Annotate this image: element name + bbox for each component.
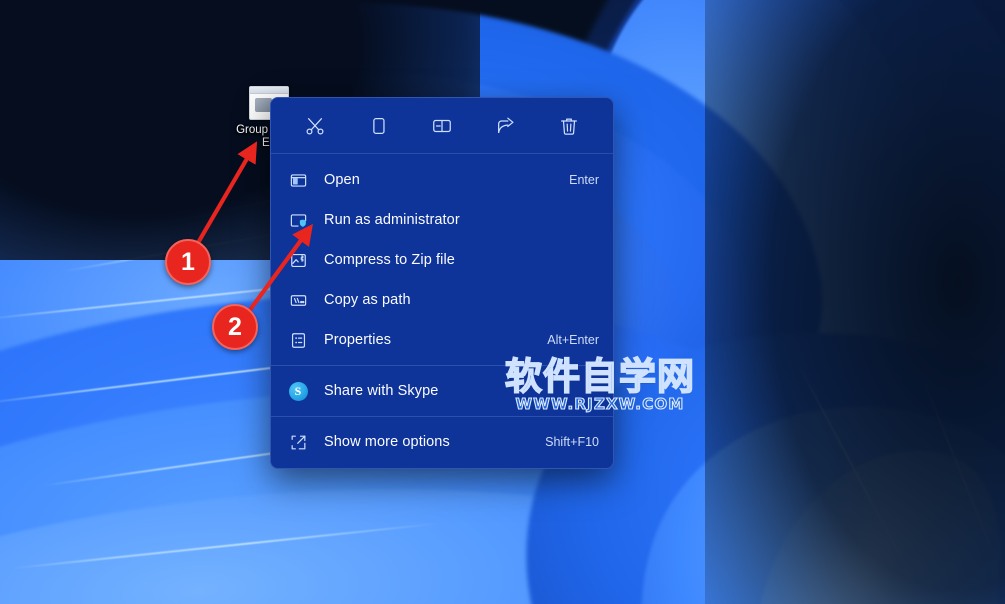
menu-item-shortcut: Shift+F10 (545, 435, 599, 449)
menu-item-label: Properties (324, 332, 392, 348)
menu-separator (271, 416, 613, 417)
open-window-icon (287, 169, 309, 191)
menu-item-show-more-options[interactable]: Show more options Shift+F10 (271, 422, 613, 462)
cut-button[interactable] (283, 107, 347, 145)
menu-item-properties[interactable]: Properties Alt+Enter (271, 320, 613, 360)
menu-item-label: Run as administrator (324, 212, 460, 228)
rename-icon (431, 115, 453, 137)
zip-archive-icon (287, 249, 309, 271)
context-menu-items: Open Enter Run as administrator Compress… (271, 154, 613, 468)
menu-item-label: Show more options (324, 434, 450, 450)
menu-item-copy-as-path[interactable]: Copy as path (271, 280, 613, 320)
menu-item-label: Copy as path (324, 292, 411, 308)
delete-button[interactable] (537, 107, 601, 145)
context-menu: Open Enter Run as administrator Compress… (270, 97, 614, 469)
annotation-marker-2: 2 (212, 304, 258, 350)
rename-button[interactable] (410, 107, 474, 145)
show-more-options-icon (287, 431, 309, 453)
watermark-url-text: WWW.RJZXW.COM (515, 395, 685, 413)
menu-item-open[interactable]: Open Enter (271, 160, 613, 200)
watermark-chinese-text: 软件自学网 (504, 355, 695, 398)
menu-item-run-as-administrator[interactable]: Run as administrator (271, 200, 613, 240)
share-icon (495, 115, 517, 137)
menu-item-compress-to-zip-file[interactable]: Compress to Zip file (271, 240, 613, 280)
menu-item-shortcut: Enter (569, 173, 599, 187)
cut-icon (304, 115, 326, 137)
skype-badge: S (288, 381, 308, 401)
delete-icon (558, 115, 580, 137)
copy-path-icon (287, 289, 309, 311)
menu-item-label: Compress to Zip file (324, 252, 455, 268)
context-menu-toolbar (271, 98, 613, 154)
shield-window-icon (287, 209, 309, 231)
share-button[interactable] (474, 107, 538, 145)
menu-item-label: Open (324, 172, 360, 188)
skype-icon: S (287, 380, 309, 402)
properties-list-icon (287, 329, 309, 351)
wallpaper-vignette (705, 0, 1005, 604)
annotation-marker-1: 1 (165, 239, 211, 285)
watermark: 软件自学网 WWW.RJZXW.COM (504, 355, 695, 413)
menu-item-shortcut: Alt+Enter (547, 333, 599, 347)
copy-icon (367, 115, 389, 137)
copy-button[interactable] (347, 107, 411, 145)
